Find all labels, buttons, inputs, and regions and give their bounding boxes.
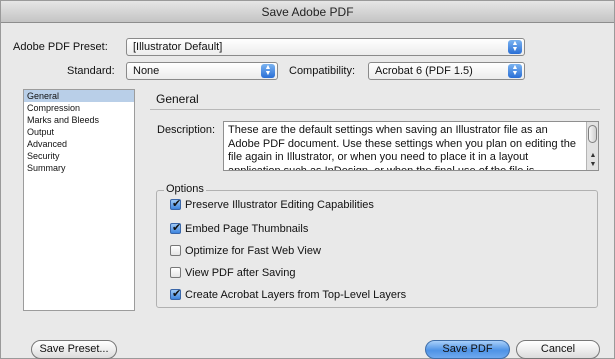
scroll-thumb[interactable] (588, 125, 597, 143)
sidebar-item-output[interactable]: Output (24, 126, 134, 138)
option-label: View PDF after Saving (185, 267, 296, 279)
cancel-button[interactable]: Cancel (516, 340, 600, 359)
checkbox-checked-icon[interactable] (170, 287, 181, 301)
option-view-after-saving[interactable]: View PDF after Saving (170, 266, 295, 280)
standard-label: Standard: (67, 65, 115, 77)
panel-divider (150, 109, 600, 110)
checkbox-unchecked-icon[interactable] (170, 267, 181, 278)
sidebar-item-security[interactable]: Security (24, 150, 134, 162)
option-preserve-editing[interactable]: Preserve Illustrator Editing Capabilitie… (170, 197, 374, 212)
preset-dropdown[interactable]: [Illustrator Default] ▲ ▼ (126, 38, 525, 56)
description-textbox[interactable]: These are the default settings when savi… (223, 121, 599, 171)
description-scrollbar[interactable]: ▲ ▼ (586, 122, 598, 170)
options-legend: Options (164, 183, 206, 195)
sidebar-item-general[interactable]: General (24, 90, 134, 102)
preset-value: [Illustrator Default] (133, 41, 223, 53)
compatibility-value: Acrobat 6 (PDF 1.5) (375, 65, 473, 77)
popup-arrows-icon: ▲ ▼ (261, 64, 275, 78)
option-label: Optimize for Fast Web View (185, 245, 321, 257)
option-label: Embed Page Thumbnails (185, 223, 309, 235)
description-text: These are the default settings when savi… (228, 124, 576, 171)
panel-title: General (156, 92, 199, 106)
compatibility-dropdown[interactable]: Acrobat 6 (PDF 1.5) ▲ ▼ (368, 62, 525, 80)
category-list[interactable]: General Compression Marks and Bleeds Out… (23, 89, 135, 311)
checkbox-checked-icon[interactable] (170, 221, 181, 235)
option-fast-web-view[interactable]: Optimize for Fast Web View (170, 244, 321, 258)
scroll-up-arrow-icon[interactable]: ▲ (589, 152, 597, 160)
checkbox-checked-icon[interactable] (170, 197, 181, 211)
standard-dropdown[interactable]: None ▲ ▼ (126, 62, 278, 80)
sidebar-item-advanced[interactable]: Advanced (24, 138, 134, 150)
standard-value: None (133, 65, 160, 77)
save-preset-button[interactable]: Save Preset... (31, 340, 117, 359)
window-title: Save Adobe PDF (1, 1, 614, 23)
sidebar-item-marks-and-bleeds[interactable]: Marks and Bleeds (24, 114, 134, 126)
option-acrobat-layers[interactable]: Create Acrobat Layers from Top-Level Lay… (170, 287, 407, 302)
popup-arrows-icon: ▲ ▼ (508, 40, 522, 54)
compatibility-label: Compatibility: (289, 65, 356, 77)
option-label: Create Acrobat Layers from Top-Level Lay… (185, 289, 407, 301)
option-label: Preserve Illustrator Editing Capabilitie… (185, 199, 374, 211)
sidebar-item-compression[interactable]: Compression (24, 102, 134, 114)
option-embed-thumbnails[interactable]: Embed Page Thumbnails (170, 221, 309, 236)
save-pdf-dialog: Save Adobe PDF Adobe PDF Preset: [Illust… (0, 0, 615, 359)
sidebar-item-summary[interactable]: Summary (24, 162, 134, 174)
checkbox-unchecked-icon[interactable] (170, 245, 181, 256)
preset-label: Adobe PDF Preset: (13, 41, 108, 53)
save-pdf-button[interactable]: Save PDF (425, 340, 510, 359)
popup-arrows-icon: ▲ ▼ (508, 64, 522, 78)
description-label: Description: (157, 124, 216, 136)
scroll-down-arrow-icon[interactable]: ▼ (589, 161, 597, 169)
